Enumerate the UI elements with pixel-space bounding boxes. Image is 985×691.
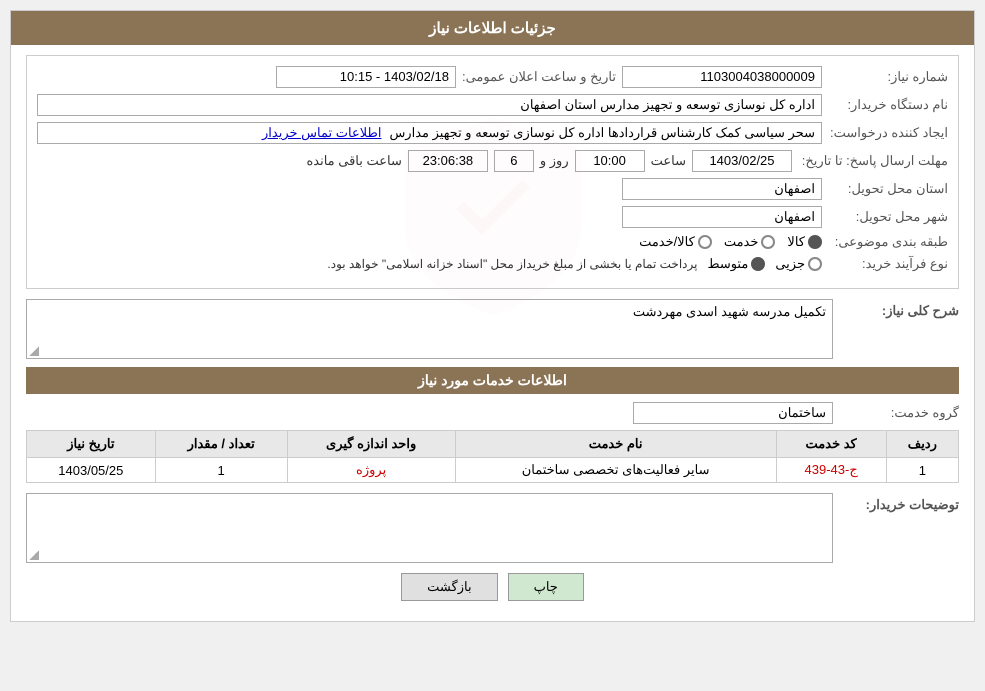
col-date: تاریخ نیاز (27, 431, 156, 458)
purchase-option-jozi[interactable]: جزیی (775, 256, 822, 272)
type-option-khedmat[interactable]: خدمت (724, 234, 776, 250)
need-description-box: تکمیل مدرسه شهید اسدی مهردشت (26, 299, 833, 359)
type-label-khedmat: خدمت (724, 234, 759, 250)
type-radio-khedmat[interactable] (761, 235, 775, 249)
deadline-countdown: 23:06:38 (408, 150, 488, 172)
announce-value: 1403/02/18 - 10:15 (276, 66, 456, 88)
type-option-kala-khedmat[interactable]: کالا/خدمت (639, 234, 712, 250)
resize-handle[interactable] (29, 346, 39, 356)
city-label: شهر محل تحویل: (828, 209, 948, 225)
table-row: 1 ج-43-439 سایر فعالیت‌های تخصصی ساختمان… (27, 458, 959, 483)
creator-value: سحر سیاسی کمک کارشناس قراردادها اداره کل… (37, 122, 822, 144)
type-option-kala[interactable]: کالا (787, 234, 822, 250)
deadline-date: 1403/02/25 (692, 150, 792, 172)
col-num: ردیف (886, 431, 958, 458)
deadline-label: مهلت ارسال پاسخ: تا تاریخ: (798, 153, 948, 169)
type-radio-kala-khedmat[interactable] (698, 235, 712, 249)
need-number-value: 1103004038000009 (622, 66, 822, 88)
col-qty: تعداد / مقدار (155, 431, 287, 458)
type-radio-group: کالا خدمت کالا/خدمت (639, 234, 822, 250)
creator-contact-link[interactable]: اطلاعات تماس خریدار (262, 125, 381, 141)
type-radio-kala[interactable] (808, 235, 822, 249)
service-table: ردیف کد خدمت نام خدمت واحد اندازه گیری ت… (26, 430, 959, 483)
buyer-notes-box (26, 493, 833, 563)
cell-name: سایر فعالیت‌های تخصصی ساختمان (455, 458, 776, 483)
purchase-row: جزیی متوسط پرداخت تمام یا بخشی از مبلغ خ… (37, 256, 822, 272)
service-group-label: گروه خدمت: (839, 405, 959, 421)
type-label-kala: کالا (787, 234, 805, 250)
deadline-days: 6 (494, 150, 534, 172)
deadline-time: 10:00 (575, 150, 645, 172)
button-row: چاپ بازگشت (26, 573, 959, 601)
type-label: طبقه بندی موضوعی: (828, 234, 948, 250)
col-code: کد خدمت (776, 431, 886, 458)
deadline-days-label: روز و (540, 153, 569, 169)
creator-label: ایجاد کننده درخواست: (828, 125, 948, 141)
page-header: جزئیات اطلاعات نیاز (11, 11, 974, 45)
buyer-org-value: اداره کل نوسازی توسعه و تجهیز مدارس استا… (37, 94, 822, 116)
cell-unit: پروژه (287, 458, 455, 483)
buyer-org-label: نام دستگاه خریدار: (828, 97, 948, 113)
purchase-option-motavasset[interactable]: متوسط (707, 256, 765, 272)
buyer-notes-label: توضیحات خریدار: (839, 493, 959, 513)
purchase-radio-jozi[interactable] (808, 257, 822, 271)
need-description-label: شرح کلی نیاز: (839, 299, 959, 319)
service-group-value: ساختمان (633, 402, 833, 424)
cell-num: 1 (886, 458, 958, 483)
col-unit: واحد اندازه گیری (287, 431, 455, 458)
cell-code: ج-43-439 (776, 458, 886, 483)
back-button[interactable]: بازگشت (401, 573, 497, 601)
purchase-label-motavasset: متوسط (707, 256, 748, 272)
need-number-label: شماره نیاز: (828, 69, 948, 85)
province-value: اصفهان (622, 178, 822, 200)
purchase-note: پرداخت تمام یا بخشی از مبلغ خریداز محل "… (327, 257, 697, 271)
purchase-label: نوع فرآیند خرید: (828, 256, 948, 272)
purchase-label-jozi: جزیی (775, 256, 805, 272)
print-button[interactable]: چاپ (508, 573, 584, 601)
cell-date: 1403/05/25 (27, 458, 156, 483)
deadline-time-label: ساعت (651, 153, 686, 169)
page-title: جزئیات اطلاعات نیاز (429, 20, 556, 37)
services-header: اطلاعات خدمات مورد نیاز (26, 367, 959, 394)
purchase-radio-motavasset[interactable] (751, 257, 765, 271)
announce-label: تاریخ و ساعت اعلان عمومی: (462, 69, 616, 85)
province-label: استان محل تحویل: (828, 181, 948, 197)
col-name: نام خدمت (455, 431, 776, 458)
cell-qty: 1 (155, 458, 287, 483)
deadline-remaining-label: ساعت باقی مانده (306, 153, 401, 169)
need-description-value: تکمیل مدرسه شهید اسدی مهردشت (633, 304, 826, 319)
type-label-kala-khedmat: کالا/خدمت (639, 234, 695, 250)
notes-resize-handle[interactable] (29, 550, 39, 560)
city-value: اصفهان (622, 206, 822, 228)
